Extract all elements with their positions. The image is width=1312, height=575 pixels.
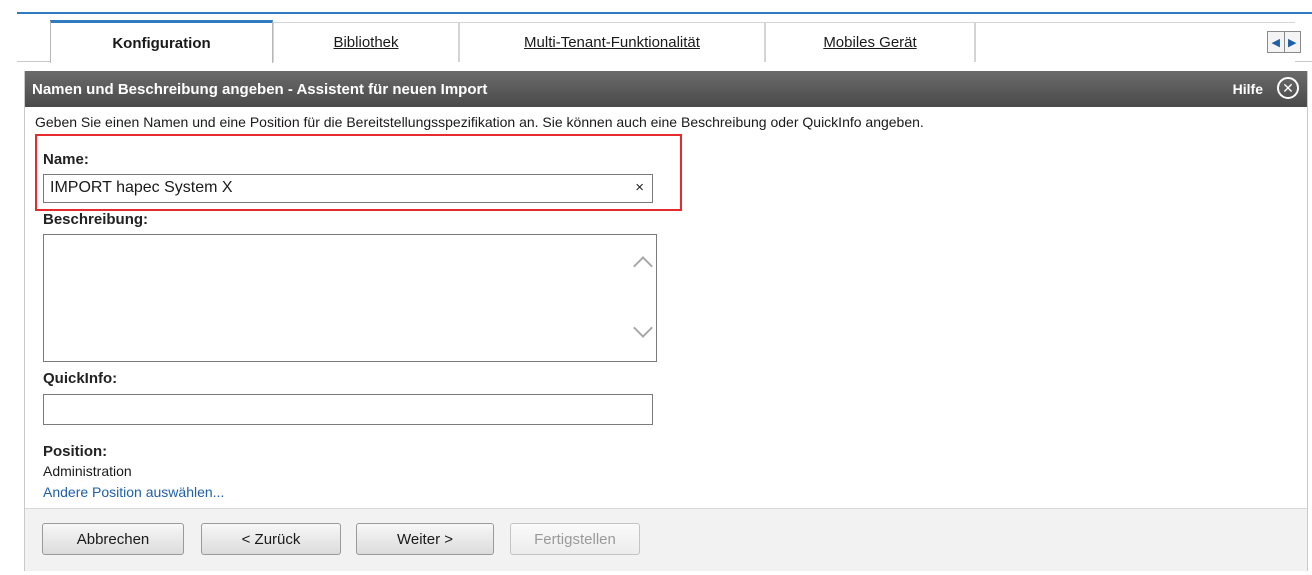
tab-konfiguration[interactable]: Konfiguration (50, 20, 273, 63)
scroll-right-icon[interactable]: ▶ (1285, 32, 1301, 52)
description-textarea[interactable] (43, 234, 657, 362)
tab-empty (975, 22, 1295, 62)
close-icon[interactable]: ✕ (1277, 77, 1299, 99)
tab-scroll-controls: ◀ ▶ (1267, 31, 1301, 53)
tab-bar: Konfiguration Bibliothek Multi-Tenant-Fu… (17, 14, 1312, 63)
finish-button[interactable]: Fertigstellen (510, 523, 640, 555)
clear-icon[interactable]: × (635, 179, 644, 196)
position-value: Administration (43, 463, 132, 479)
name-input[interactable]: IMPORT hapec System X × (43, 174, 653, 203)
help-link[interactable]: Hilfe (1233, 81, 1263, 97)
scroll-left-icon[interactable]: ◀ (1268, 32, 1285, 52)
quickinfo-input[interactable] (43, 394, 653, 425)
position-label: Position: (43, 443, 108, 460)
import-wizard-dialog: Namen und Beschreibung angeben - Assiste… (24, 71, 1308, 571)
description-scrollbar[interactable] (628, 235, 656, 361)
intro-text: Geben Sie einen Namen und eine Position … (35, 114, 924, 130)
chevron-up-icon[interactable] (633, 256, 653, 276)
back-button[interactable]: < Zurück (201, 523, 341, 555)
quickinfo-label: QuickInfo: (43, 370, 118, 387)
name-label: Name: (43, 151, 89, 168)
cancel-button[interactable]: Abbrechen (42, 523, 184, 555)
dialog-footer: Abbrechen < Zurück Weiter > Fertigstelle… (25, 508, 1307, 571)
description-label: Beschreibung: (43, 211, 149, 228)
name-input-value: IMPORT hapec System X (50, 179, 233, 196)
tab-multi-tenant[interactable]: Multi-Tenant-Funktionalität (459, 22, 765, 62)
dialog-titlebar: Namen und Beschreibung angeben - Assiste… (25, 71, 1307, 107)
chevron-down-icon[interactable] (633, 318, 653, 338)
tab-mobiles-geraet[interactable]: Mobiles Gerät (765, 22, 975, 62)
change-position-link[interactable]: Andere Position auswählen... (43, 484, 224, 500)
tab-bibliothek[interactable]: Bibliothek (273, 22, 459, 62)
dialog-title: Namen und Beschreibung angeben - Assiste… (32, 80, 488, 98)
next-button[interactable]: Weiter > (356, 523, 494, 555)
